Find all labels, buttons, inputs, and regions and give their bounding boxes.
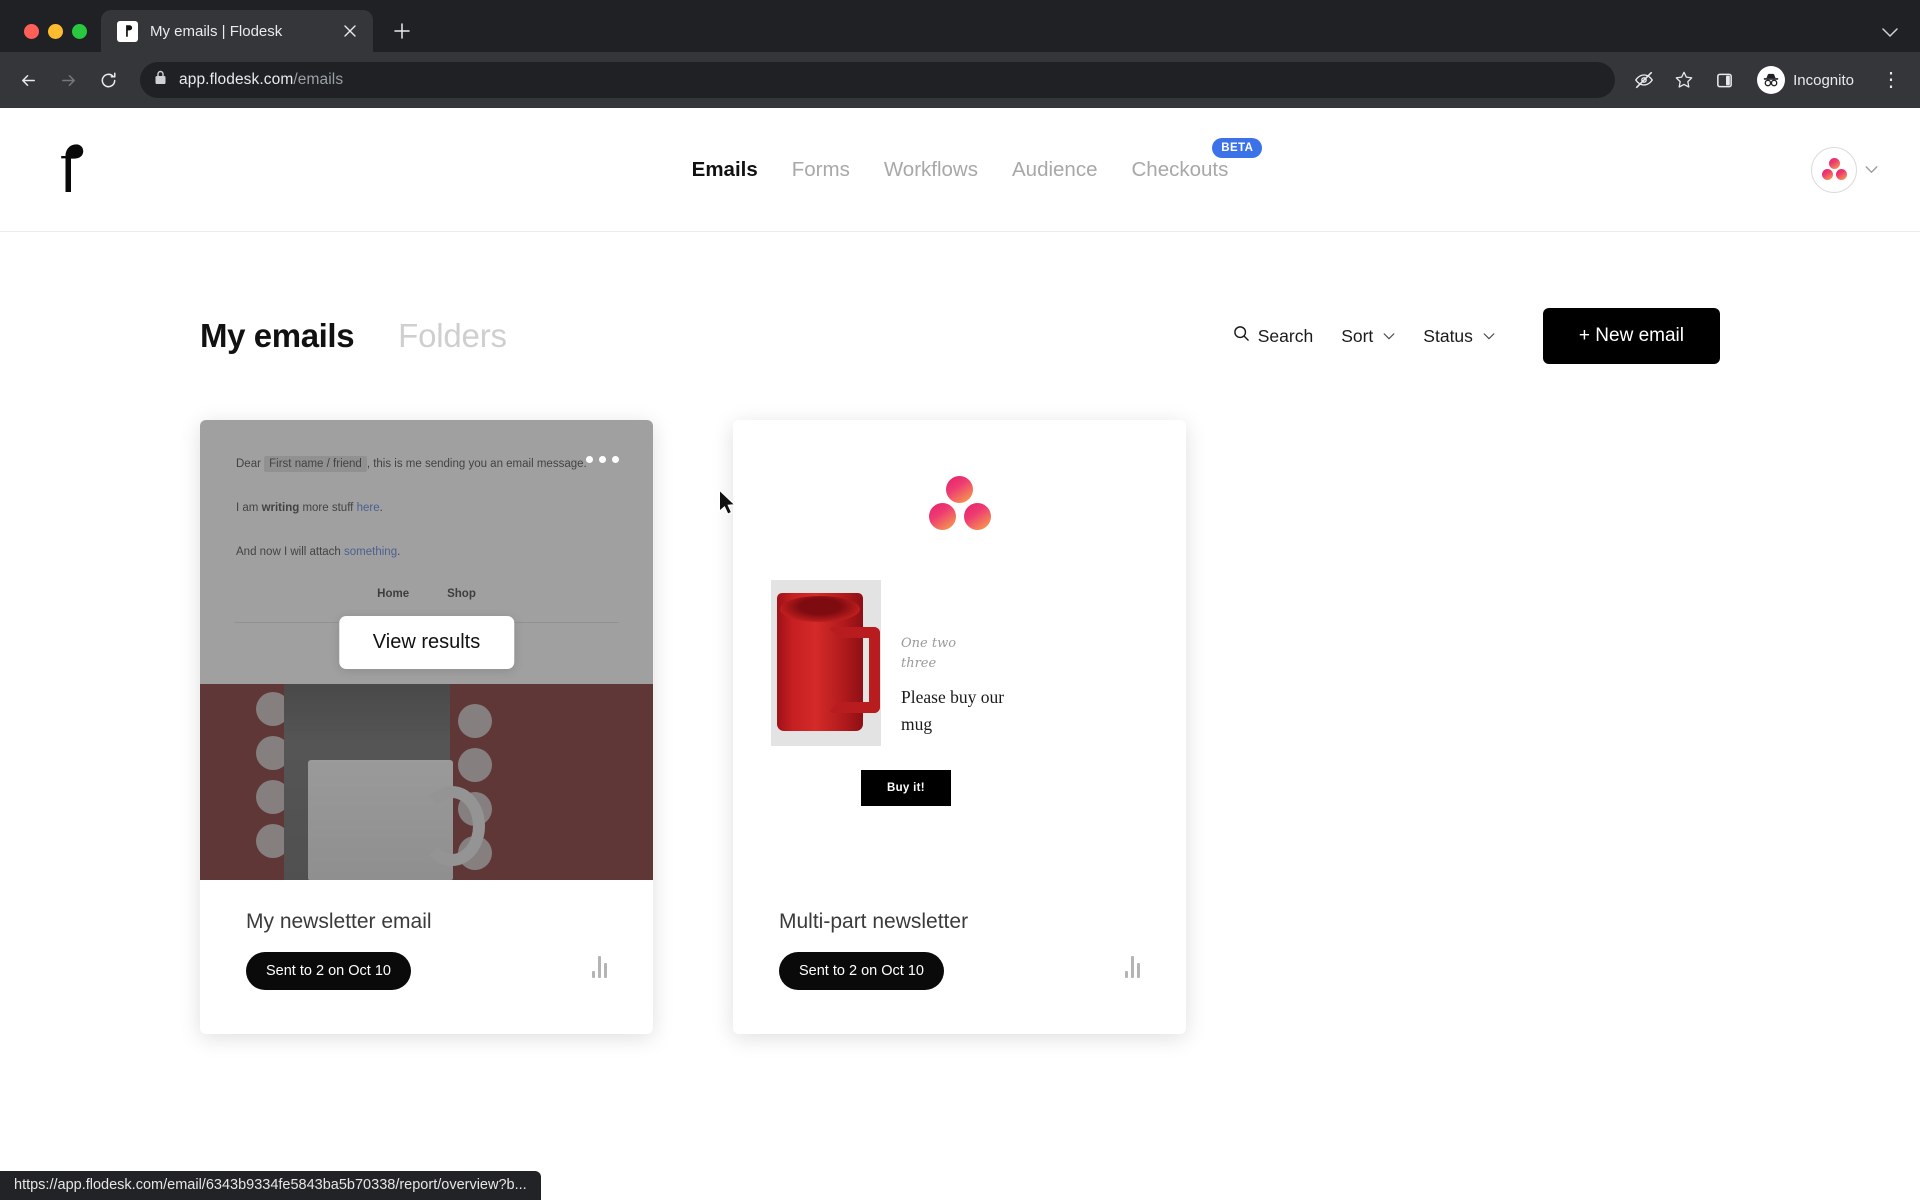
app-navbar: Emails Forms Workflows Audience Checkout… bbox=[0, 108, 1920, 232]
status-label: Status bbox=[1423, 325, 1473, 346]
maximize-window-button[interactable] bbox=[72, 24, 87, 39]
close-icon[interactable] bbox=[339, 20, 361, 42]
tab-title: My emails | Flodesk bbox=[150, 22, 283, 40]
preview-headline-1: Please buy our bbox=[901, 687, 1005, 707]
preview-script-line-2: three bbox=[901, 655, 937, 671]
bar-chart-icon[interactable] bbox=[592, 956, 607, 978]
preview-logo bbox=[733, 476, 1186, 534]
email-preview[interactable]: Dear First name / friend, this is me sen… bbox=[200, 420, 653, 880]
preview-headline-2: mug bbox=[901, 714, 933, 735]
status-badge[interactable]: Sent to 2 on Oct 10 bbox=[779, 952, 944, 990]
flodesk-dots-logo-icon bbox=[1821, 157, 1847, 182]
bar-chart-icon[interactable] bbox=[1125, 956, 1140, 978]
browser-window: My emails | Flodesk app.flodesk.com/emai… bbox=[0, 0, 1920, 1200]
avatar bbox=[1811, 146, 1857, 193]
status-badge[interactable]: Sent to 2 on Oct 10 bbox=[246, 952, 411, 990]
search-button[interactable]: Search bbox=[1233, 325, 1313, 347]
sort-dropdown[interactable]: Sort bbox=[1341, 326, 1395, 347]
window-controls bbox=[0, 24, 101, 52]
minimize-window-button[interactable] bbox=[48, 24, 63, 39]
star-icon[interactable] bbox=[1669, 65, 1699, 95]
chevron-down-icon bbox=[1483, 329, 1495, 343]
nav-link-checkouts[interactable]: Checkouts BETA bbox=[1131, 137, 1263, 182]
back-arrow-icon[interactable] bbox=[10, 62, 46, 98]
chevron-down-icon[interactable] bbox=[1882, 25, 1898, 42]
search-icon bbox=[1233, 325, 1250, 347]
close-window-button[interactable] bbox=[24, 24, 39, 39]
flodesk-logo-icon[interactable] bbox=[56, 139, 86, 200]
reload-icon[interactable] bbox=[90, 62, 126, 98]
preview-product-row: One two three Please buy our mug bbox=[733, 580, 1186, 746]
nav-link-checkouts-label: Checkouts bbox=[1131, 157, 1229, 181]
card-footer: Multi-part newsletter Sent to 2 on Oct 1… bbox=[733, 880, 1186, 1034]
nav-link-workflows[interactable]: Workflows bbox=[884, 158, 978, 182]
email-cards-grid: Dear First name / friend, this is me sen… bbox=[0, 364, 1920, 1034]
address-bar-text: app.flodesk.com/emails bbox=[179, 71, 344, 88]
address-bar[interactable]: app.flodesk.com/emails bbox=[140, 62, 1616, 98]
forward-arrow-icon[interactable] bbox=[50, 62, 86, 98]
page-viewport: Emails Forms Workflows Audience Checkout… bbox=[0, 108, 1920, 1200]
page-header: My emails Folders Search Sort Status + N… bbox=[0, 232, 1920, 364]
search-label: Search bbox=[1257, 325, 1314, 346]
incognito-label: Incognito bbox=[1793, 71, 1854, 89]
flodesk-favicon-icon bbox=[117, 20, 138, 42]
view-results-button[interactable]: View results bbox=[338, 616, 515, 669]
page-title: My emails bbox=[200, 317, 355, 354]
account-menu[interactable] bbox=[1811, 146, 1878, 193]
incognito-icon bbox=[1757, 66, 1786, 94]
email-card[interactable]: One two three Please buy our mug Buy it!… bbox=[733, 420, 1186, 1034]
incognito-profile-button[interactable]: Incognito bbox=[1753, 62, 1868, 98]
chevron-down-icon[interactable] bbox=[1865, 162, 1878, 177]
toolbar-icons: Incognito ⋮ bbox=[1629, 62, 1904, 98]
status-dropdown[interactable]: Status bbox=[1423, 326, 1495, 347]
mouse-cursor bbox=[718, 490, 738, 523]
status-bar-url: https://app.flodesk.com/email/6343b9334f… bbox=[0, 1171, 541, 1200]
main-nav: Emails Forms Workflows Audience Checkout… bbox=[692, 137, 1263, 182]
lock-icon bbox=[154, 70, 167, 90]
tab-folders[interactable]: Folders bbox=[398, 317, 507, 355]
flodesk-dots-logo-icon bbox=[928, 476, 992, 534]
new-tab-button[interactable] bbox=[385, 14, 419, 48]
email-name: Multi-part newsletter bbox=[779, 910, 969, 933]
new-email-button[interactable]: + New email bbox=[1542, 308, 1720, 364]
browser-tabstrip: My emails | Flodesk bbox=[0, 0, 1920, 52]
beta-badge: BETA bbox=[1212, 137, 1263, 158]
preview-cta-button[interactable]: Buy it! bbox=[861, 770, 951, 806]
eye-slash-icon[interactable] bbox=[1629, 65, 1659, 95]
browser-toolbar: app.flodesk.com/emails Incognito ⋮ bbox=[0, 52, 1920, 108]
nav-link-emails[interactable]: Emails bbox=[692, 158, 758, 182]
red-mug-photo bbox=[771, 580, 881, 746]
nav-link-forms[interactable]: Forms bbox=[792, 158, 850, 182]
browser-tab[interactable]: My emails | Flodesk bbox=[101, 10, 373, 52]
preview-script-line-1: One two bbox=[901, 636, 957, 651]
sort-label: Sort bbox=[1341, 325, 1374, 346]
chevron-down-icon bbox=[1383, 329, 1395, 343]
more-options-icon[interactable] bbox=[586, 456, 619, 463]
card-footer: My newsletter email Sent to 2 on Oct 10 bbox=[200, 880, 653, 1034]
email-name: My newsletter email bbox=[246, 910, 432, 933]
nav-link-audience[interactable]: Audience bbox=[1012, 158, 1097, 182]
page-toolbar: Search Sort Status + New email bbox=[1233, 308, 1720, 364]
email-preview[interactable]: One two three Please buy our mug Buy it! bbox=[733, 420, 1186, 880]
side-panel-icon[interactable] bbox=[1709, 65, 1739, 95]
email-card[interactable]: Dear First name / friend, this is me sen… bbox=[200, 420, 653, 1034]
kebab-menu-icon[interactable]: ⋮ bbox=[1878, 70, 1904, 90]
preview-copy: One two three Please buy our mug bbox=[901, 580, 1004, 746]
tabstrip-right-controls bbox=[1882, 25, 1920, 52]
